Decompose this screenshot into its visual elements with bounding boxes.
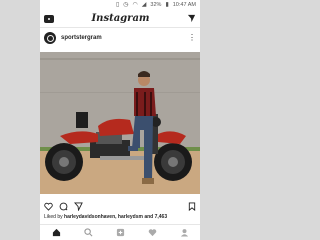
bottom-nav: [40, 224, 200, 240]
post-header: sportstergram ⋮: [40, 28, 200, 48]
add-post-icon[interactable]: [116, 224, 125, 240]
avatar[interactable]: [44, 32, 56, 44]
post-photo[interactable]: [40, 52, 200, 194]
wifi-icon: ◠: [132, 2, 138, 8]
battery-percent: 32%: [150, 2, 162, 8]
battery-icon: ▮: [165, 2, 169, 8]
liked-by-names[interactable]: harleydavidsonhaven, harleydsm and 7,463: [64, 214, 167, 220]
app-logo: Instagram: [91, 13, 150, 24]
post-username[interactable]: sportstergram: [61, 35, 183, 41]
alarm-icon: ◷: [123, 2, 129, 8]
home-icon[interactable]: [52, 224, 61, 240]
search-icon[interactable]: [83, 224, 93, 240]
more-options-icon[interactable]: ⋮: [188, 34, 196, 42]
profile-icon[interactable]: [180, 224, 189, 240]
liked-by-prefix: Liked by: [44, 214, 65, 220]
vibrate-icon: ▯: [115, 2, 120, 8]
status-bar: ▯ ◷ ◠ ◢ 32% ▮ 10:47 AM: [40, 0, 200, 10]
signal-icon: ◢: [141, 2, 147, 8]
activity-icon[interactable]: [148, 224, 157, 240]
liked-by-text: Liked by harleydavidsonhaven, harleydsm …: [44, 214, 196, 220]
camera-icon[interactable]: [44, 14, 54, 23]
direct-send-icon[interactable]: [187, 14, 196, 23]
post-actions: [40, 200, 200, 214]
top-bar: Instagram: [40, 10, 200, 28]
phone-screen: ▯ ◷ ◠ ◢ 32% ▮ 10:47 AM Instagram sportst…: [40, 0, 200, 240]
status-time: 10:47 AM: [172, 2, 196, 8]
